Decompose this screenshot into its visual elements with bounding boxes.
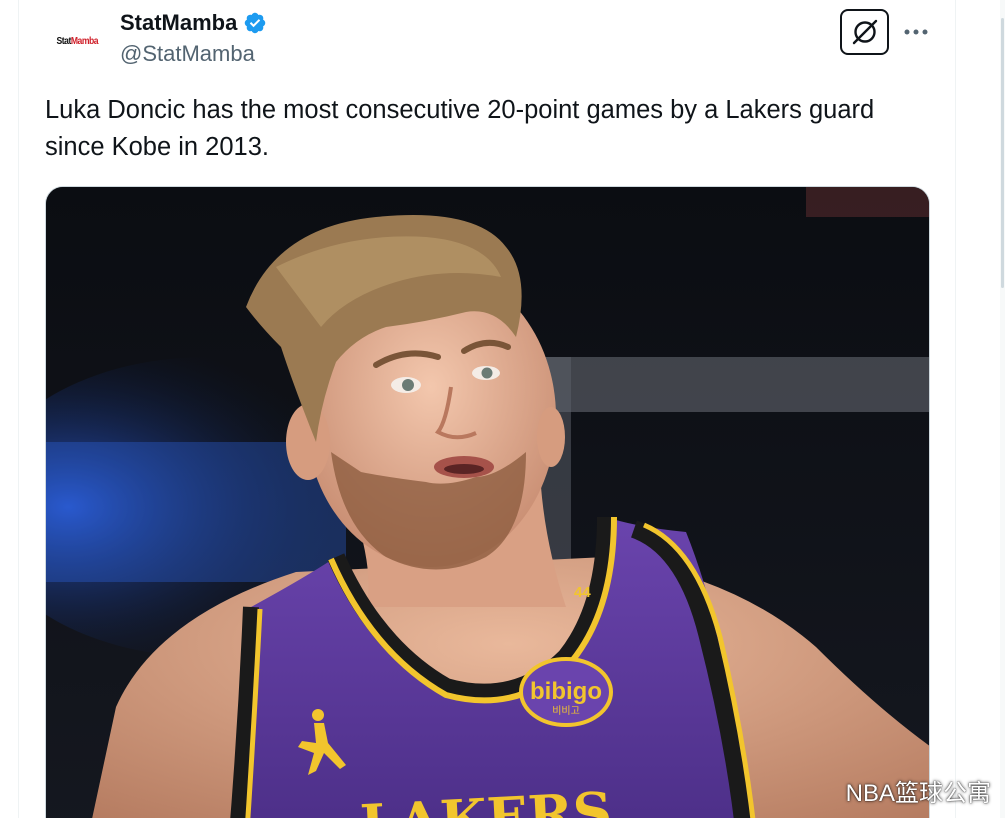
- watermark: NBA篮球公寓: [845, 780, 991, 807]
- author-handle[interactable]: @StatMamba: [120, 41, 255, 67]
- sponsor-patch: bibigo 비비고: [519, 657, 613, 727]
- verified-badge-icon: [243, 11, 267, 35]
- scrollbar-thumb[interactable]: [1001, 18, 1004, 288]
- tweet-text: Luka Doncic has the most consecutive 20-…: [45, 96, 875, 161]
- player-photo: 44 bibigo 비비고 LAKERS: [46, 187, 929, 818]
- avatar-logo-part1: Stat: [56, 35, 71, 47]
- avatar-logo-part2: Mamba: [70, 35, 99, 47]
- sponsor-patch-korean: 비비고: [552, 705, 580, 717]
- more-options-button[interactable]: [898, 14, 934, 50]
- timeline-left-border: [18, 0, 19, 818]
- timeline-right-border: [955, 0, 956, 818]
- author-display-name[interactable]: StatMamba: [120, 10, 237, 36]
- jersey-strap-number: 44: [574, 584, 591, 601]
- grok-button[interactable]: [840, 9, 889, 55]
- tweet-media-photo[interactable]: 44 bibigo 비비고 LAKERS: [45, 186, 930, 818]
- sponsor-patch-text: bibigo: [530, 678, 602, 705]
- more-dots-icon: [904, 29, 928, 35]
- author-name-row: StatMamba: [120, 8, 267, 38]
- grok-icon: [852, 19, 877, 45]
- avatar[interactable]: StatMamba: [46, 10, 108, 72]
- avatar-logo: StatMamba: [56, 35, 98, 47]
